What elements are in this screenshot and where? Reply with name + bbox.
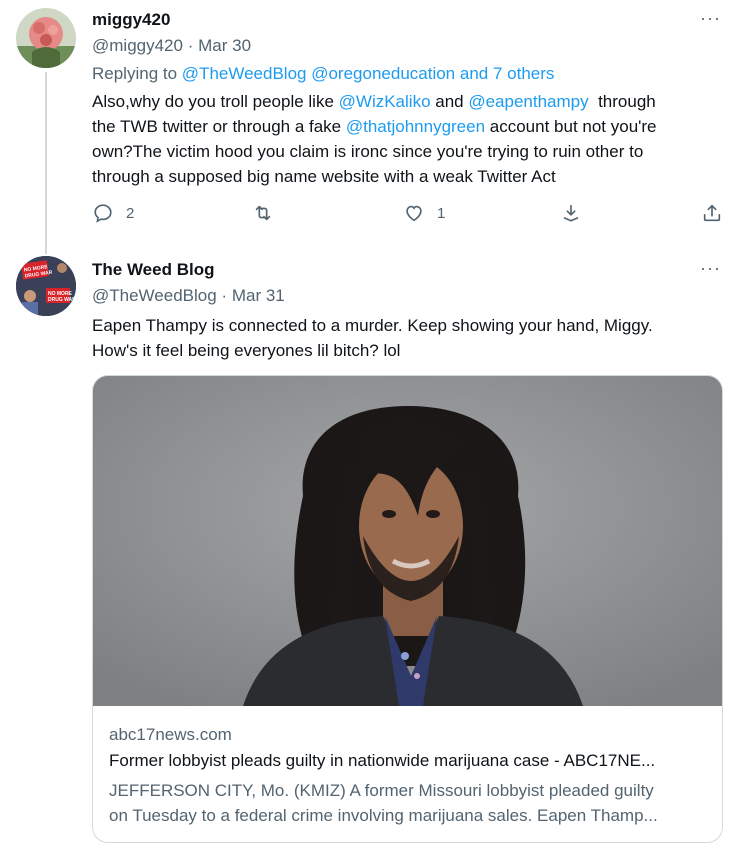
reply-button[interactable]: 2	[92, 202, 134, 224]
more-options-icon[interactable]: ···	[700, 258, 721, 279]
tweet-text: Also,why do you troll people like @WizKa…	[92, 89, 657, 189]
separator: ·	[221, 286, 228, 305]
replying-to: Replying to @TheWeedBlog @oregoneducatio…	[92, 64, 554, 84]
separator: ·	[187, 36, 194, 55]
avatar-image	[16, 8, 76, 68]
display-name[interactable]: The Weed Blog	[92, 260, 214, 280]
download-arrow-icon	[563, 204, 579, 222]
action-bar: 2 1	[92, 202, 732, 232]
card-image[interactable]	[93, 376, 722, 706]
mention-link[interactable]: @WizKaliko	[339, 92, 431, 111]
retweet-icon	[255, 205, 271, 221]
reply-mention[interactable]: @oregoneducation	[311, 64, 455, 83]
share-icon	[703, 204, 721, 222]
text-segment: account but not you're	[485, 117, 657, 136]
text-segment: through	[588, 92, 656, 111]
like-button[interactable]: 1	[403, 202, 445, 224]
card-domain: abc17news.com	[109, 725, 232, 744]
text-segment: Also,why do you troll people like	[92, 92, 339, 111]
tweet-text: Eapen Thampy is connected to a murder. K…	[92, 313, 653, 363]
handle[interactable]: @miggy420	[92, 36, 183, 55]
timestamp[interactable]: Mar 31	[232, 286, 285, 305]
avatar-theweedblog[interactable]: NO MORE DRUG WAR NO MORE DRUG WAR	[16, 256, 76, 316]
tweet-text-line: the TWB twitter or through a fake @thatj…	[92, 114, 657, 139]
card-description-line: on Tuesday to a federal crime involving …	[109, 806, 658, 825]
thread-line	[45, 72, 47, 254]
like-count: 1	[437, 204, 446, 222]
text-segment: the TWB twitter or through a fake	[92, 117, 346, 136]
display-name[interactable]: miggy420	[92, 10, 170, 30]
reply-icon	[94, 204, 112, 223]
svg-text:DRUG WAR: DRUG WAR	[48, 297, 76, 303]
reply-mention[interactable]: @TheWeedBlog	[182, 64, 307, 83]
card-description: JEFFERSON CITY, Mo. (KMIZ) A former Miss…	[109, 778, 658, 828]
avatar-image: NO MORE DRUG WAR NO MORE DRUG WAR	[16, 256, 76, 316]
heart-icon	[406, 205, 422, 222]
tweet-text-line: own?The victim hood you claim is ironc s…	[92, 142, 644, 161]
card-title[interactable]: Former lobbyist pleads guilty in nationw…	[109, 751, 655, 771]
timestamp[interactable]: Mar 30	[198, 36, 251, 55]
replying-prefix: Replying to	[92, 64, 178, 83]
handle[interactable]: @TheWeedBlog	[92, 286, 217, 305]
tweet-text-line: Also,why do you troll people like @WizKa…	[92, 89, 657, 114]
tip-button[interactable]	[560, 202, 582, 224]
mugshot-photo	[93, 376, 722, 706]
card-description-line: JEFFERSON CITY, Mo. (KMIZ) A former Miss…	[109, 781, 654, 800]
text-segment: and	[430, 92, 469, 111]
tweet-miggy420[interactable]: miggy420 @miggy420 · Mar 30 ··· Replying…	[0, 0, 732, 254]
mention-link[interactable]: @thatjohnnygreen	[346, 117, 485, 136]
handle-date: @TheWeedBlog · Mar 31	[92, 286, 285, 306]
more-options-icon[interactable]: ···	[700, 8, 721, 29]
avatar-miggy420[interactable]	[16, 8, 76, 68]
link-preview-card[interactable]: abc17news.com Former lobbyist pleads gui…	[92, 375, 723, 843]
tweet-text-line: Eapen Thampy is connected to a murder. K…	[92, 316, 653, 335]
tweet-text-line: through a supposed big name website with…	[92, 167, 556, 186]
reply-others-link[interactable]: and 7 others	[460, 64, 555, 83]
tweet-text-line: How's it feel being everyones lil bitch?…	[92, 341, 401, 360]
retweet-button[interactable]	[252, 202, 286, 224]
handle-date: @miggy420 · Mar 30	[92, 36, 251, 56]
reply-count: 2	[126, 204, 135, 222]
share-button[interactable]	[701, 202, 723, 224]
mention-link[interactable]: @eapenthampy	[468, 92, 588, 111]
